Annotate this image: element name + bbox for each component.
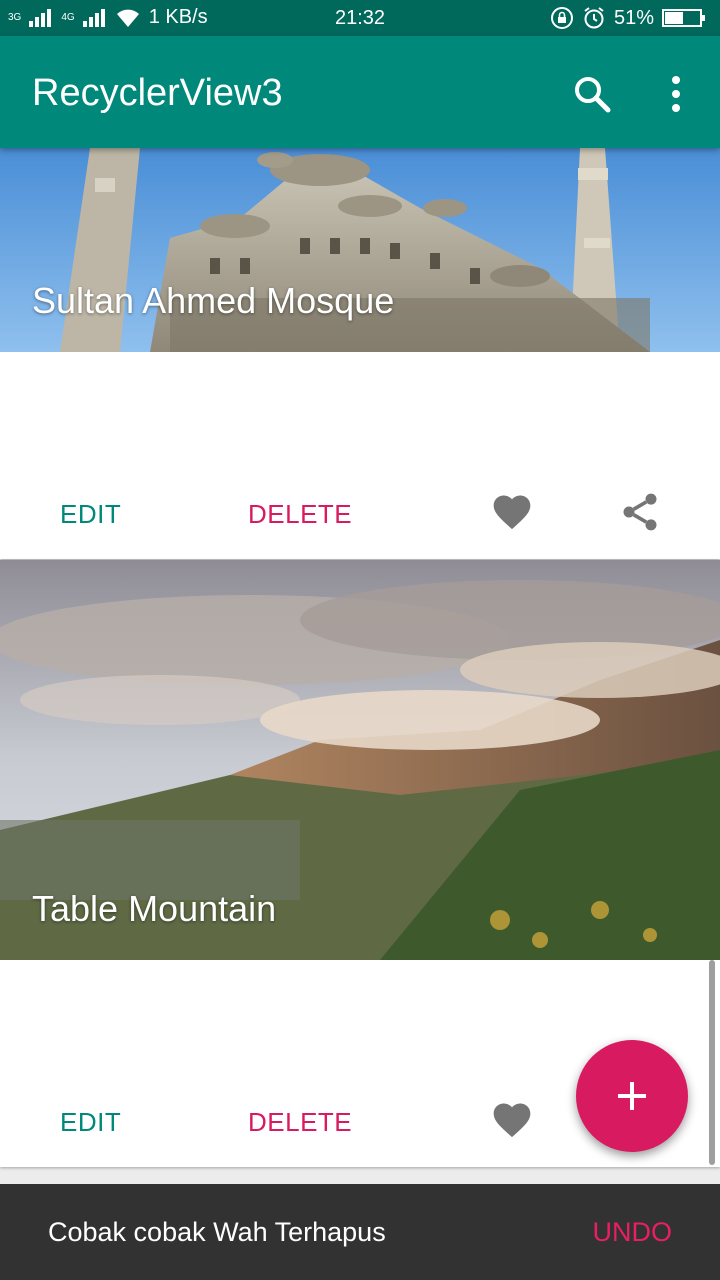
status-right: 51% — [550, 6, 706, 30]
card-title: Table Mountain — [32, 888, 277, 929]
search-icon[interactable] — [570, 72, 614, 116]
status-bar: 3G 4G 1 KB/s 21:32 51% — [0, 0, 720, 36]
card-sultan-ahmed: Sultan Ahmed Mosque EDIT DELETE — [0, 148, 720, 559]
edit-button[interactable]: EDIT — [60, 1107, 121, 1138]
delete-button[interactable]: DELETE — [248, 499, 352, 530]
undo-button[interactable]: UNDO — [593, 1217, 673, 1248]
edit-button[interactable]: EDIT — [60, 499, 121, 530]
snackbar: Cobak cobak Wah Terhapus UNDO — [0, 1184, 720, 1280]
more-vert-icon[interactable] — [656, 72, 696, 116]
app-bar: RecyclerView3 — [0, 36, 720, 148]
delete-button[interactable]: DELETE — [248, 1107, 352, 1138]
scrollbar[interactable] — [709, 960, 715, 1165]
alarm-icon — [584, 7, 604, 29]
share-icon[interactable] — [618, 490, 662, 534]
plus-icon — [618, 1082, 646, 1110]
battery-percent: 51% — [613, 6, 654, 29]
favorite-icon[interactable] — [490, 1098, 534, 1142]
status-time: 21:32 — [334, 7, 386, 29]
app-title: RecyclerView3 — [32, 72, 283, 114]
battery-icon — [662, 9, 705, 27]
lock-rotation-icon — [550, 7, 573, 29]
add-fab-button[interactable] — [576, 1040, 688, 1152]
card-title: Sultan Ahmed Mosque — [32, 280, 395, 321]
favorite-icon[interactable] — [490, 490, 534, 534]
snackbar-message: Cobak cobak Wah Terhapus — [48, 1217, 386, 1247]
